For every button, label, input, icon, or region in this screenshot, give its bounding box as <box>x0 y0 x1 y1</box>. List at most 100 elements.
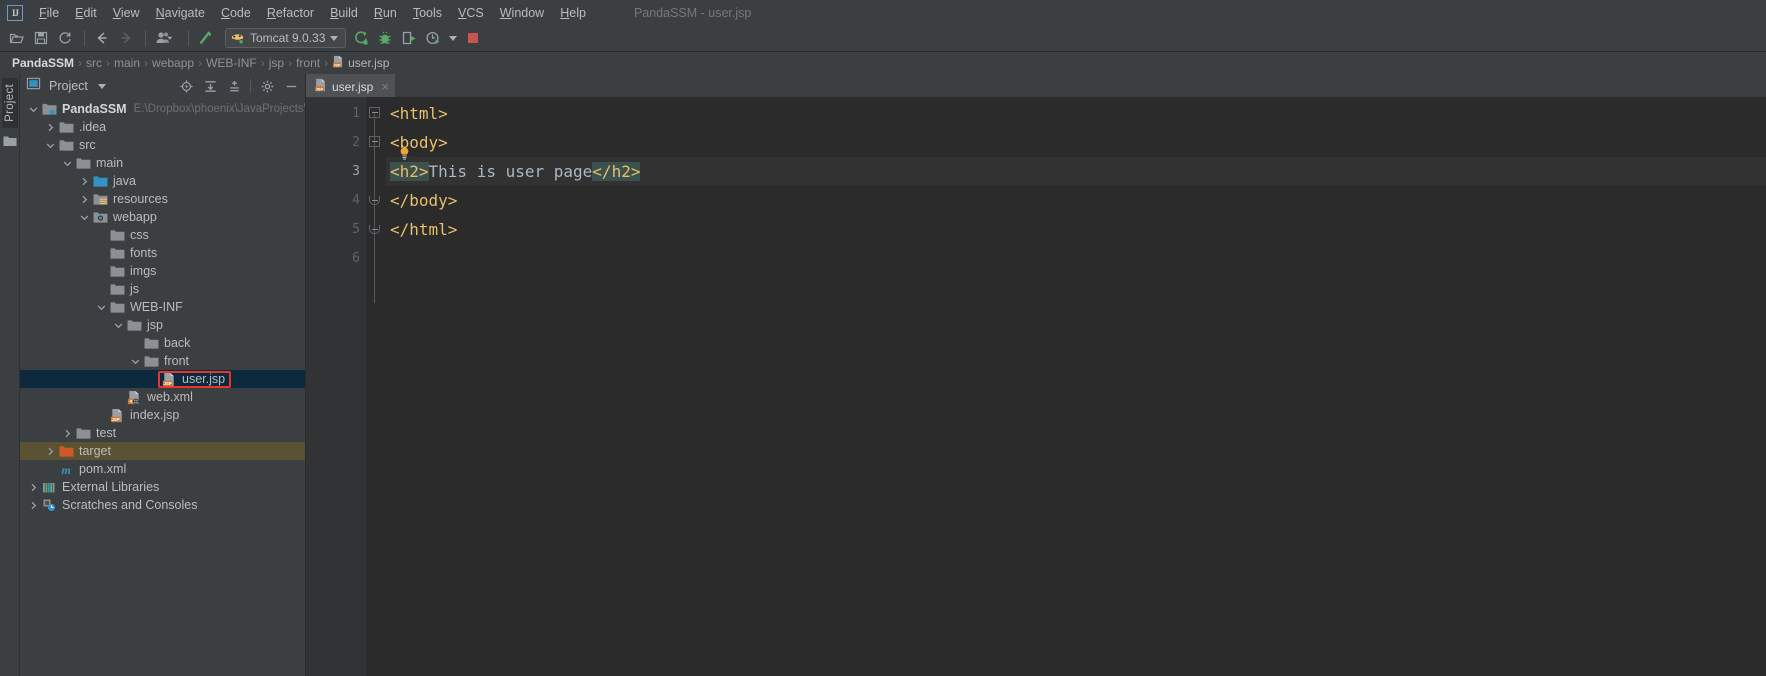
chevron-down-icon[interactable] <box>28 104 39 115</box>
tree-node-scratches-and-consoles[interactable]: Scratches and Consoles <box>20 496 305 514</box>
tree-node-user-jsp[interactable]: JSP user.jsp <box>20 370 305 388</box>
code-content[interactable]: <html> <body> <h2> This is user page </h2> </… <box>386 97 1766 676</box>
tree-node-jsp[interactable]: jsp <box>20 316 305 334</box>
user-profile-icon[interactable] <box>152 27 180 49</box>
code-line[interactable]: </html> <box>386 215 1766 244</box>
run-icon[interactable] <box>350 27 372 49</box>
chevron-down-icon[interactable] <box>79 212 90 223</box>
tree-node-main[interactable]: main <box>20 154 305 172</box>
menu-item-view[interactable]: View <box>105 3 148 23</box>
fold-marker-icon[interactable] <box>369 107 380 118</box>
chevron-right-icon[interactable] <box>79 176 90 187</box>
editor-tab-user-jsp[interactable]: JSP user.jsp × <box>306 74 395 97</box>
chevron-right-icon[interactable] <box>62 428 73 439</box>
profiler-icon[interactable] <box>422 27 444 49</box>
chevron-down-icon[interactable] <box>96 302 107 313</box>
menu-item-run[interactable]: Run <box>366 3 405 23</box>
intention-bulb-icon[interactable] <box>399 145 410 160</box>
run-configuration-selector[interactable]: Tomcat 9.0.33 <box>225 28 347 48</box>
save-all-icon[interactable] <box>30 27 52 49</box>
close-icon[interactable]: × <box>381 79 389 94</box>
tree-node-fonts[interactable]: fonts <box>20 244 305 262</box>
tree-node-java[interactable]: java <box>20 172 305 190</box>
folder-icon[interactable] <box>3 134 17 152</box>
chevron-right-icon[interactable] <box>45 122 56 133</box>
project-tree[interactable]: PandaSSM E:\Dropbox\phoenix\JavaProjects\… <box>20 98 305 676</box>
run-config-label: Tomcat 9.0.33 <box>250 31 326 45</box>
libraries-icon <box>41 479 57 495</box>
menu-item-help[interactable]: Help <box>552 3 594 23</box>
tree-node-target[interactable]: target <box>20 442 305 460</box>
code-line[interactable]: <html> <box>386 99 1766 128</box>
menu-item-refactor[interactable]: Refactor <box>259 3 322 23</box>
chevron-right-icon[interactable] <box>28 482 39 493</box>
tree-node-external-libraries[interactable]: External Libraries <box>20 478 305 496</box>
select-opened-file-icon[interactable] <box>176 76 196 96</box>
chevron-down-icon[interactable] <box>45 140 56 151</box>
menu-item-edit[interactable]: Edit <box>67 3 105 23</box>
menu-item-build[interactable]: Build <box>322 3 366 23</box>
breadcrumb-item-webapp[interactable]: webapp <box>148 56 198 70</box>
navigate-back-icon[interactable] <box>91 27 113 49</box>
menu-item-code[interactable]: Code <box>213 3 259 23</box>
chevron-down-icon[interactable] <box>130 356 141 367</box>
chevron-right-icon[interactable] <box>28 500 39 511</box>
tree-node-test[interactable]: test <box>20 424 305 442</box>
code-folding-column[interactable] <box>366 97 386 676</box>
breadcrumb-item-jsp[interactable]: jsp <box>265 56 288 70</box>
profiler-dropdown-icon[interactable] <box>446 27 460 49</box>
debug-icon[interactable] <box>374 27 396 49</box>
tool-window-button-project[interactable]: Project <box>1 78 18 128</box>
breadcrumb-item-src[interactable]: src <box>82 56 106 70</box>
tree-node-web-inf[interactable]: WEB-INF <box>20 298 305 316</box>
tree-node-imgs[interactable]: imgs <box>20 262 305 280</box>
code-line[interactable]: </body> <box>386 186 1766 215</box>
tree-arrow-placeholder <box>130 338 141 349</box>
tree-node-css[interactable]: css <box>20 226 305 244</box>
breadcrumb-item-web-inf[interactable]: WEB-INF <box>202 56 261 70</box>
tree-node--idea[interactable]: .idea <box>20 118 305 136</box>
fold-end-marker-icon[interactable] <box>369 196 380 205</box>
code-line[interactable]: <body> <box>386 128 1766 157</box>
fold-marker-icon[interactable] <box>369 136 380 147</box>
build-project-icon[interactable] <box>195 27 217 49</box>
run-with-coverage-icon[interactable] <box>398 27 420 49</box>
navigate-forward-icon[interactable] <box>115 27 137 49</box>
menu-item-navigate[interactable]: Navigate <box>148 3 213 23</box>
synchronize-icon[interactable] <box>54 27 76 49</box>
tree-node-front[interactable]: front <box>20 352 305 370</box>
hide-panel-icon[interactable] <box>281 76 301 96</box>
chevron-down-icon[interactable] <box>113 320 124 331</box>
chevron-down-icon[interactable] <box>62 158 73 169</box>
tree-node-resources[interactable]: resources <box>20 190 305 208</box>
fold-end-marker-icon[interactable] <box>369 225 380 234</box>
tree-node-web-xml[interactable]: web.xml <box>20 388 305 406</box>
code-line[interactable] <box>386 244 1766 273</box>
menu-item-file[interactable]: File <box>31 3 67 23</box>
tree-node-pom-xml[interactable]: m pom.xml <box>20 460 305 478</box>
menu-item-window[interactable]: Window <box>492 3 552 23</box>
expand-all-icon[interactable] <box>200 76 220 96</box>
breadcrumb-item-user-jsp[interactable]: JSP user.jsp <box>328 55 393 71</box>
menu-item-vcs[interactable]: VCS <box>450 3 492 23</box>
tree-node-pandassm[interactable]: PandaSSM E:\Dropbox\phoenix\JavaProjects\… <box>20 100 305 118</box>
code-editor[interactable]: 123456 <html> <body> <h2> This is user page… <box>306 97 1766 676</box>
menu-item-tools[interactable]: Tools <box>405 3 450 23</box>
tree-node-webapp[interactable]: webapp <box>20 208 305 226</box>
code-line[interactable]: <h2> This is user page </h2> <box>386 157 1766 186</box>
intellij-logo-icon: IJ <box>7 4 23 21</box>
collapse-all-icon[interactable] <box>224 76 244 96</box>
tree-node-js[interactable]: js <box>20 280 305 298</box>
stop-icon[interactable] <box>462 27 484 49</box>
gear-icon[interactable] <box>257 76 277 96</box>
chevron-right-icon[interactable] <box>45 446 56 457</box>
tree-node-back[interactable]: back <box>20 334 305 352</box>
chevron-right-icon[interactable] <box>79 194 90 205</box>
breadcrumb-item-main[interactable]: main <box>110 56 144 70</box>
breadcrumb-item-pandassm[interactable]: PandaSSM <box>8 56 78 70</box>
tree-node-index-jsp[interactable]: JSP index.jsp <box>20 406 305 424</box>
tree-node-src[interactable]: src <box>20 136 305 154</box>
chevron-down-icon[interactable] <box>97 83 106 89</box>
open-folder-icon[interactable] <box>6 27 28 49</box>
breadcrumb-item-front[interactable]: front <box>292 56 324 70</box>
